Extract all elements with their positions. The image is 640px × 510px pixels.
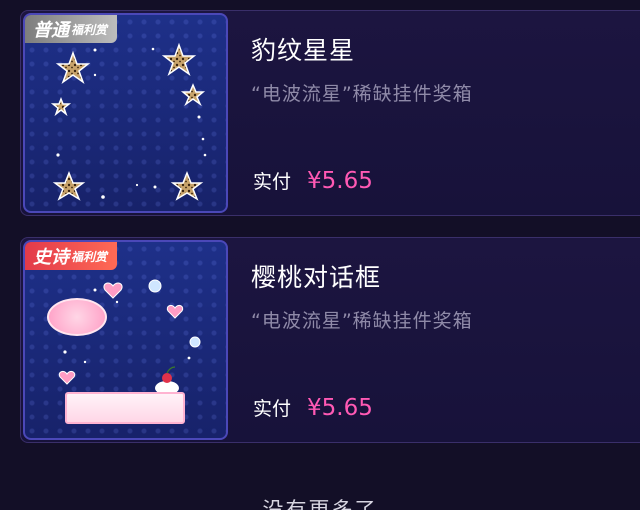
badge-rarity-label: 史诗: [33, 247, 69, 267]
badge-rarity-label: 普通: [33, 20, 69, 40]
reward-thumbnail: 普通 福利赏: [23, 13, 228, 213]
price-label: 实付: [253, 398, 292, 420]
item-title: 豹纹星星: [251, 36, 356, 65]
reward-card-cherry-dialog[interactable]: 史诗 福利赏 樱桃对话框 “电波流星”稀缺挂件奖箱 实付 ¥5.65: [20, 237, 640, 443]
reward-thumbnail: 史诗 福利赏: [23, 240, 228, 440]
no-more-items-text: 没有更多了: [262, 498, 378, 510]
item-title: 樱桃对话框: [251, 263, 382, 292]
item-subtitle: “电波流星”稀缺挂件奖箱: [251, 310, 473, 332]
dialog-box-decoration: [65, 392, 185, 424]
price-label: 实付: [253, 171, 292, 193]
price-row: 实付 ¥5.65: [253, 394, 373, 421]
leopard-star-frame-art: [50, 42, 207, 201]
reward-card-leopard-stars[interactable]: 普通 福利赏 豹纹星星 “电波流星”稀缺挂件奖箱 实付 ¥5.65: [20, 10, 640, 216]
rarity-badge-common: 普通 福利赏: [25, 15, 118, 43]
badge-type-label: 福利赏: [71, 22, 108, 37]
item-subtitle: “电波流星”稀缺挂件奖箱: [251, 83, 473, 105]
price-value: ¥5.65: [307, 395, 373, 421]
rarity-badge-epic: 史诗 福利赏: [25, 242, 118, 270]
reward-list-page: 普通 福利赏 豹纹星星 “电波流星”稀缺挂件奖箱 实付 ¥5.65 史诗 福利赏…: [0, 0, 640, 510]
price-value: ¥5.65: [307, 168, 373, 194]
price-row: 实付 ¥5.65: [253, 167, 373, 194]
speech-bubble-decoration: [47, 298, 107, 336]
badge-type-label: 福利赏: [71, 249, 108, 264]
